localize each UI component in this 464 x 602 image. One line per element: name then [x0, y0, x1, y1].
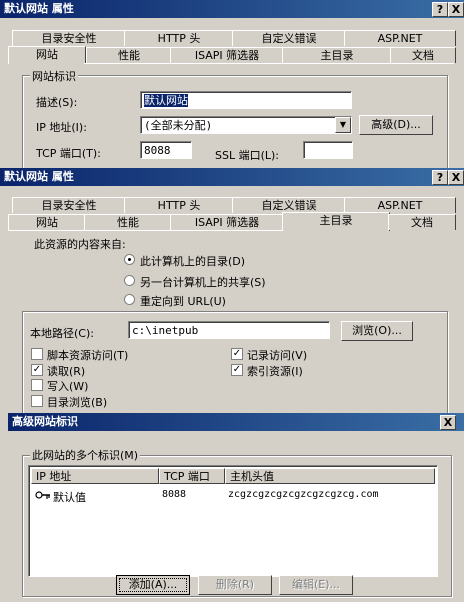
tab-directory-security[interactable]: 目录安全性: [12, 197, 126, 213]
group-title: 此网站的多个标识(M): [30, 447, 141, 463]
title-bar: 默认网站 属性: [0, 168, 464, 186]
site-identity-icon: [35, 491, 50, 499]
row-port: 8088: [162, 489, 187, 500]
tab-website[interactable]: 网站: [8, 46, 86, 64]
description-input[interactable]: 默认网站: [140, 91, 352, 109]
delete-button[interactable]: 删除(R): [198, 575, 272, 595]
radio-redirect-url[interactable]: [124, 294, 135, 305]
checkbox-write[interactable]: [31, 379, 43, 391]
column-header-tcp-port[interactable]: TCP 端口: [159, 468, 225, 484]
tcp-port-input[interactable]: 8088: [140, 141, 192, 159]
ip-address-value: (全部未分配): [144, 119, 213, 132]
window-title: 默认网站 属性: [4, 2, 74, 15]
checkbox-log-visits-label: 记录访问(V): [247, 349, 308, 362]
group-title: 网站标识: [30, 68, 78, 84]
checkbox-log-visits[interactable]: ✓: [231, 348, 243, 360]
checkbox-directory-browsing-label: 目录浏览(B): [47, 396, 108, 409]
advanced-button[interactable]: 高级(D)...: [359, 115, 433, 135]
checkbox-read[interactable]: ✓: [31, 364, 43, 376]
edit-button[interactable]: 编辑(E)...: [279, 575, 353, 595]
window-title: 高级网站标识: [12, 415, 78, 428]
local-path-input[interactable]: c:\inetpub: [128, 321, 330, 339]
tab-directory-security[interactable]: 目录安全性: [12, 30, 126, 46]
identities-list[interactable]: IP 地址 TCP 端口 主机头值 默认值 8088 zcgzcgzcgzcgz…: [28, 465, 438, 577]
tcp-port-value: 8088: [144, 144, 171, 157]
checkbox-script-source-access[interactable]: [31, 348, 43, 360]
tab-http-headers[interactable]: HTTP 头: [124, 197, 234, 213]
tab-home-directory[interactable]: 主目录: [282, 47, 392, 63]
local-path-value: c:\inetpub: [132, 324, 199, 337]
local-path-label: 本地路径(C):: [30, 327, 94, 340]
title-bar: 高级网站标识: [8, 413, 464, 431]
tab-isapi-filters[interactable]: ISAPI 筛选器: [170, 214, 284, 230]
description-label: 描述(S):: [36, 96, 78, 109]
radio-network-share-label: 另一台计算机上的共享(S): [140, 276, 266, 289]
tab-http-headers[interactable]: HTTP 头: [124, 30, 234, 46]
description-value: 默认网站: [144, 94, 188, 107]
window-title: 默认网站 属性: [4, 170, 74, 183]
title-bar: 默认网站 属性: [0, 0, 464, 18]
tab-documents[interactable]: 文档: [388, 214, 456, 230]
tab-aspnet[interactable]: ASP.NET: [344, 197, 456, 213]
tab-performance[interactable]: 性能: [84, 214, 172, 230]
tcp-port-label: TCP 端口(T):: [36, 147, 101, 160]
help-button[interactable]: ?: [432, 2, 448, 17]
tab-home-directory[interactable]: 主目录: [282, 212, 390, 231]
browse-button[interactable]: 浏览(O)...: [341, 321, 413, 341]
radio-local-directory-label: 此计算机上的目录(D): [140, 255, 246, 268]
column-header-host-header[interactable]: 主机头值: [225, 468, 435, 484]
close-button[interactable]: X: [440, 415, 456, 430]
tab-custom-errors[interactable]: 自定义错误: [232, 30, 346, 46]
close-button[interactable]: X: [448, 2, 464, 17]
chevron-down-icon[interactable]: ▼: [335, 117, 351, 133]
properties-window-home-directory: 默认网站 属性 ? X 目录安全性 HTTP 头 自定义错误 ASP.NET 网…: [0, 168, 464, 418]
radio-redirect-url-label: 重定向到 URL(U): [140, 295, 226, 308]
ssl-port-input[interactable]: [303, 141, 353, 159]
advanced-site-identification-dialog: 高级网站标识 X 此网站的多个标识(M) IP 地址 TCP 端口 主机头值 默…: [8, 413, 464, 602]
tab-documents[interactable]: 文档: [390, 47, 456, 63]
tab-panel-edge: [8, 230, 282, 231]
checkbox-directory-browsing[interactable]: [31, 395, 43, 407]
radio-network-share[interactable]: [124, 275, 135, 286]
checkbox-script-source-access-label: 脚本资源访问(T): [47, 349, 129, 362]
tab-performance[interactable]: 性能: [86, 47, 172, 63]
row-ip: 默认值: [53, 491, 86, 504]
checkbox-index-resource-label: 索引资源(I): [247, 365, 303, 378]
checkbox-index-resource[interactable]: ✓: [231, 364, 243, 376]
ip-address-select[interactable]: (全部未分配): [140, 116, 352, 134]
tab-website[interactable]: 网站: [8, 214, 86, 230]
help-button[interactable]: ?: [432, 170, 448, 185]
add-button[interactable]: 添加(A)...: [116, 575, 190, 595]
tab-aspnet[interactable]: ASP.NET: [344, 30, 456, 46]
checkbox-read-label: 读取(R): [47, 365, 86, 378]
checkbox-write-label: 写入(W): [47, 380, 89, 393]
table-row[interactable]: 默认值 8088 zcgzcgzcgzcgzcgzcgzcg.com: [31, 488, 435, 504]
ssl-port-label: SSL 端口(L):: [215, 149, 280, 162]
tab-custom-errors[interactable]: 自定义错误: [232, 197, 346, 213]
row-host: zcgzcgzcgzcgzcgzcgzcg.com: [228, 489, 379, 500]
tab-isapi-filters[interactable]: ISAPI 筛选器: [170, 47, 284, 63]
properties-window-website: 默认网站 属性 ? X 目录安全性 HTTP 头 自定义错误 ASP.NET 网…: [0, 0, 464, 168]
column-header-ip[interactable]: IP 地址: [31, 468, 159, 484]
content-source-label: 此资源的内容来自:: [34, 238, 126, 251]
close-button[interactable]: X: [448, 170, 464, 185]
ip-address-label: IP 地址(I):: [36, 121, 87, 134]
radio-local-directory[interactable]: [124, 254, 135, 265]
tab-panel-edge: [84, 63, 454, 64]
